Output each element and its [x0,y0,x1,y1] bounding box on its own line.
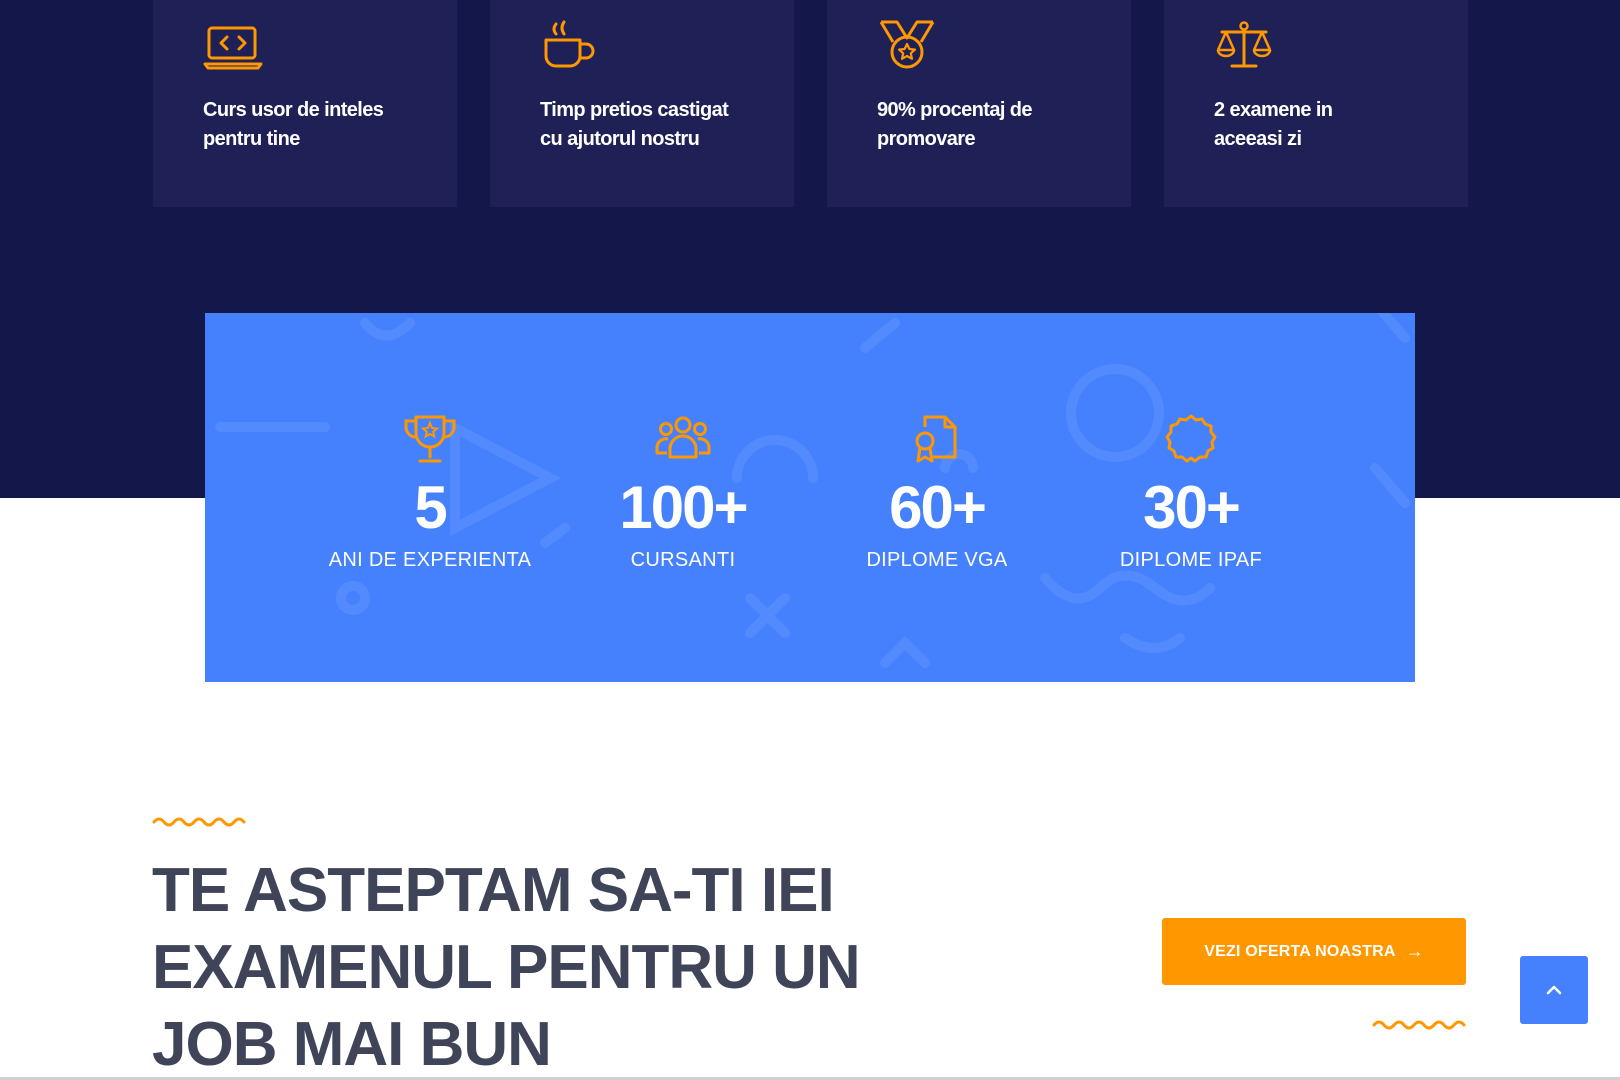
feature-text: 2 examene in aceeasi zi [1214,96,1444,154]
feature-text-line1: 2 examene in [1214,99,1333,121]
cta-heading-line3: JOB MAI BUN [152,1010,552,1079]
cta-heading-line2: EXAMENUL PENTRU UN [152,933,861,1002]
stat-number: 100+ [619,474,748,541]
feature-card-two-exams: 2 examene in aceeasi zi [1164,0,1468,207]
feature-card-time-saved: Timp pretios castigat cu ajutorul nostru [490,0,794,207]
feature-text-line2: aceeasi zi [1214,128,1302,150]
feature-text-line2: pentru tine [203,128,300,150]
stat-label: ANI DE EXPERIENTA [328,549,532,571]
feature-text-line1: Timp pretios castigat [540,99,729,121]
stat-label: DIPLOME VGA [866,549,1008,571]
users-group-icon [655,416,711,459]
cta-heading-line1: TE ASTEPTAM SA-TI IEI [152,856,835,925]
balance-scale-icon [1216,21,1272,68]
feature-text: 90% procentaj de promovare [877,96,1107,154]
cta-heading: TE ASTEPTAM SA-TI IEI EXAMENUL PENTRU UN… [152,852,972,1080]
feature-card-pass-rate: 90% procentaj de promovare [827,0,1131,207]
stat-ipaf-diplomas: 30+ DIPLOME IPAF [1081,413,1301,572]
certificate-document-icon [915,415,957,463]
stats-counter-panel: 5 ANI DE EXPERIENTA 100+ CURSANTI 60+ DI… [205,313,1415,682]
feature-text: Timp pretios castigat cu ajutorul nostru [540,96,770,154]
badge-seal-icon [1165,414,1217,463]
laptop-code-icon [203,26,263,70]
view-offer-button-label: VEZI OFERTA NOASTRA [1204,942,1396,960]
feature-card-easy-course: Curs usor de inteles pentru tine [153,0,457,207]
wavy-divider-icon [152,817,246,827]
feature-text-line1: 90% procentaj de [877,99,1033,121]
stat-number: 60+ [889,474,987,541]
feature-text: Curs usor de inteles pentru tine [203,96,433,154]
back-to-top-button[interactable] [1520,956,1588,1024]
coffee-cup-icon [544,20,595,68]
feature-text-line2: promovare [877,128,976,150]
stat-number: 30+ [1143,474,1241,541]
arrow-right-icon: → [1405,941,1424,961]
trophy-icon [404,415,456,463]
stat-experience: 5 ANI DE EXPERIENTA [320,413,540,572]
stat-label: CURSANTI [630,549,736,571]
wavy-divider-icon [1372,1020,1466,1030]
view-offer-button[interactable]: VEZI OFERTA NOASTRA → [1162,918,1466,985]
stat-label: DIPLOME IPAF [1119,549,1263,571]
feature-text-line1: Curs usor de inteles [203,99,384,121]
stat-number: 5 [414,474,447,541]
medal-icon [879,20,935,69]
chevron-up-icon [1546,985,1562,995]
feature-text-line2: cu ajutorul nostru [540,128,700,150]
stat-vga-diplomas: 60+ DIPLOME VGA [827,413,1047,572]
stat-students: 100+ CURSANTI [573,413,793,572]
